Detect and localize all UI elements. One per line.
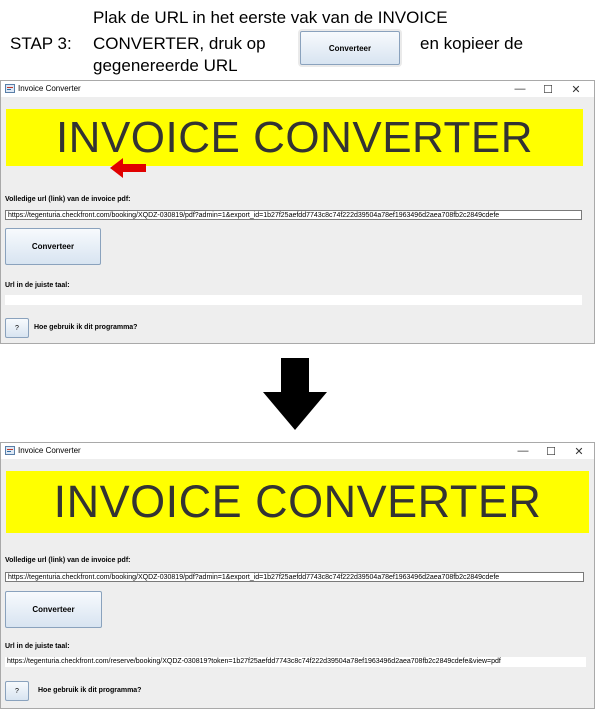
close-button[interactable]: ✕ bbox=[565, 443, 593, 459]
black-down-arrow-icon bbox=[263, 358, 327, 430]
step-label: STAP 3: bbox=[10, 34, 72, 53]
minimize-button[interactable]: — bbox=[509, 443, 537, 459]
banner-title: INVOICE CONVERTER bbox=[6, 471, 589, 533]
invoice-converter-window-after: Invoice Converter — ☐ ✕ INVOICE CONVERTE… bbox=[0, 442, 595, 709]
help-text: Hoe gebruik ik dit programma? bbox=[34, 324, 138, 331]
instruction-line-3: gegenereerde URL bbox=[93, 56, 238, 75]
convert-button[interactable]: Converteer bbox=[5, 591, 102, 628]
output-label: Url in de juiste taal: bbox=[5, 282, 70, 289]
help-button[interactable]: ? bbox=[5, 681, 29, 701]
minimize-button[interactable]: — bbox=[506, 81, 534, 97]
maximize-button[interactable]: ☐ bbox=[537, 443, 565, 459]
instruction-line-2a: CONVERTER, druk op bbox=[93, 34, 266, 53]
help-text: Hoe gebruik ik dit programma? bbox=[38, 687, 142, 694]
instruction-header: STAP 3: Plak de URL in het eerste vak va… bbox=[0, 0, 595, 78]
java-app-icon bbox=[5, 84, 15, 93]
java-app-icon bbox=[5, 446, 15, 455]
banner-title: INVOICE CONVERTER bbox=[6, 109, 583, 166]
maximize-button[interactable]: ☐ bbox=[534, 81, 562, 97]
instruction-button-image: Converteer bbox=[300, 31, 400, 65]
close-button[interactable]: ✕ bbox=[562, 81, 590, 97]
title-bar: Invoice Converter — ☐ ✕ bbox=[1, 443, 594, 459]
title-bar: Invoice Converter — ☐ ✕ bbox=[1, 81, 594, 97]
red-left-arrow-icon bbox=[110, 158, 146, 178]
converted-url-output[interactable]: https://tegenturia.checkfront.com/reserv… bbox=[5, 657, 586, 667]
input-label: Volledige url (link) van de invoice pdf: bbox=[5, 557, 131, 564]
input-label: Volledige url (link) van de invoice pdf: bbox=[5, 196, 131, 203]
instruction-line-2b: en kopieer de bbox=[420, 34, 524, 53]
help-button[interactable]: ? bbox=[5, 318, 29, 338]
invoice-url-input[interactable]: https://tegenturia.checkfront.com/bookin… bbox=[5, 572, 584, 582]
converted-url-output[interactable] bbox=[5, 295, 582, 305]
output-label: Url in de juiste taal: bbox=[5, 643, 70, 650]
window-title: Invoice Converter bbox=[18, 446, 81, 455]
invoice-url-input[interactable]: https://tegenturia.checkfront.com/bookin… bbox=[5, 210, 582, 220]
convert-button[interactable]: Converteer bbox=[5, 228, 101, 265]
instruction-line-1: Plak de URL in het eerste vak van de INV… bbox=[93, 8, 448, 27]
window-title: Invoice Converter bbox=[18, 84, 81, 93]
invoice-converter-window-before: Invoice Converter — ☐ ✕ INVOICE CONVERTE… bbox=[0, 80, 595, 344]
